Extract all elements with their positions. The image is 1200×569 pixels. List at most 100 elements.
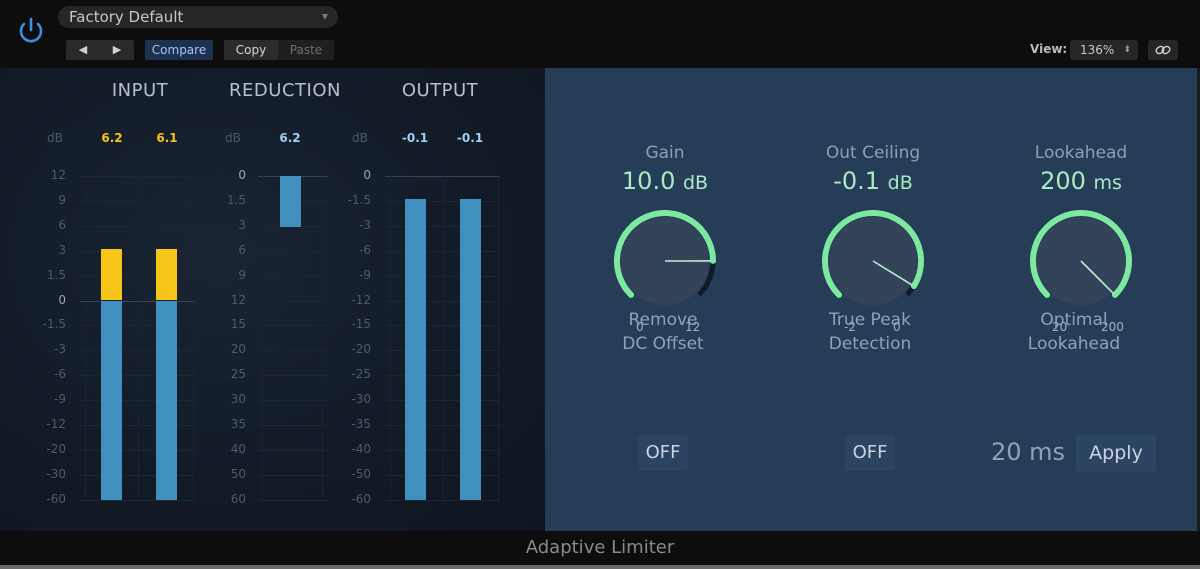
reduction-gridline xyxy=(258,250,328,252)
stepper-icon: ⬍ xyxy=(1123,45,1131,55)
true-peak-line1: True Peak xyxy=(829,310,911,330)
reduction-gridline xyxy=(258,350,328,352)
input-vline xyxy=(85,176,86,500)
reduction-gridline xyxy=(258,400,328,402)
reduction-tick: 6 xyxy=(238,242,246,257)
output-title: OUTPUT xyxy=(401,80,479,101)
reduction-gridline xyxy=(258,499,328,501)
input-tick: 9 xyxy=(58,192,66,207)
previous-preset-button[interactable]: ◀ xyxy=(66,40,100,60)
reduction-gridline xyxy=(258,375,328,377)
knob-lookahead[interactable]: Lookahead 200 ms xyxy=(991,143,1171,321)
reduction-gridline xyxy=(258,425,328,426)
next-preset-button[interactable]: ▶ xyxy=(100,40,134,60)
copy-button[interactable]: Copy xyxy=(224,40,278,60)
input-tick: 0 xyxy=(58,292,66,307)
input-meter-bar xyxy=(156,300,177,500)
preset-name: Factory Default xyxy=(69,8,184,26)
output-tick: -35 xyxy=(351,417,371,431)
knob-label: Out Ceiling xyxy=(825,143,921,163)
output-tick: -60 xyxy=(351,491,371,506)
reduction-tick: 3 xyxy=(238,217,246,232)
meter-panel: INPUT REDUCTION OUTPUT dB dB dB 6.2 6.1 … xyxy=(0,68,545,531)
knob-value: -0.1 dB xyxy=(833,167,913,195)
knob-value: 200 ms xyxy=(1040,167,1122,195)
output-meter-bar xyxy=(405,199,426,500)
input-meter-over-bar xyxy=(101,249,122,301)
output-peak-left: -0.1 xyxy=(401,131,429,145)
reduction-tick: 0 xyxy=(238,168,246,182)
preset-dropdown[interactable]: Factory Default ▼ xyxy=(58,6,338,28)
input-tick: -1.5 xyxy=(42,317,66,332)
knob-dial[interactable] xyxy=(1021,201,1141,321)
output-tick: -50 xyxy=(351,466,371,481)
output-tick: -3 xyxy=(359,217,371,232)
remove-dc-offset-toggle[interactable]: OFF xyxy=(638,435,688,471)
input-db-label: dB xyxy=(47,131,63,145)
reduction-tick: 25 xyxy=(230,367,246,382)
copy-paste-group: Copy Paste xyxy=(224,40,334,60)
input-peak-right: 6.1 xyxy=(156,131,178,145)
reduction-gridline xyxy=(258,449,328,451)
optimal-lookahead-line2: Lookahead xyxy=(1027,334,1121,354)
knob-dial[interactable] xyxy=(605,201,725,321)
reduction-tick: 35 xyxy=(230,417,246,431)
input-tick: -60 xyxy=(46,491,66,506)
input-tick: 12 xyxy=(50,168,66,182)
view-zoom-value: 136% xyxy=(1080,43,1115,57)
optimal-lookahead-label: Optimal Lookahead xyxy=(989,308,1159,356)
input-vline xyxy=(138,176,139,500)
reduction-meter-bar xyxy=(280,176,301,228)
output-tick: -30 xyxy=(351,392,371,407)
remove-dc-line1: Remove xyxy=(628,310,698,330)
knob-gain[interactable]: Gain 10.0 dB xyxy=(575,143,755,321)
input-tick: 3 xyxy=(58,242,66,257)
input-meter-bar xyxy=(101,300,122,500)
input-gridline xyxy=(80,499,195,501)
output-peak-right: -0.1 xyxy=(456,131,484,145)
paste-button[interactable]: Paste xyxy=(278,40,334,60)
output-vline xyxy=(390,176,391,500)
true-peak-line2: Detection xyxy=(828,334,912,354)
reduction-gridline xyxy=(258,325,328,327)
plugin-name: Adaptive Limiter xyxy=(0,531,1200,565)
input-tick: -30 xyxy=(46,466,66,481)
power-icon[interactable] xyxy=(14,14,48,48)
knob-value: 10.0 dB xyxy=(621,167,709,195)
plugin-header: Factory Default ▼ ◀ ▶ Compare Copy Paste… xyxy=(0,0,1200,68)
reduction-gridline xyxy=(258,275,328,277)
reduction-tick: 9 xyxy=(238,267,246,282)
output-meter-bar xyxy=(460,199,481,500)
input-tick: -20 xyxy=(46,441,66,456)
reduction-tick: 60 xyxy=(230,491,246,506)
reduction-tick: 40 xyxy=(230,441,246,456)
output-tick: -15 xyxy=(351,317,371,332)
knob-label: Gain xyxy=(645,143,685,163)
footer-edge xyxy=(0,565,1200,569)
output-db-label: dB xyxy=(352,131,368,145)
view-zoom-select[interactable]: 136% ⬍ xyxy=(1070,40,1138,60)
apply-button[interactable]: Apply xyxy=(1076,434,1156,472)
true-peak-detection-toggle[interactable]: OFF xyxy=(845,435,895,471)
reduction-gridline xyxy=(258,474,328,476)
link-button[interactable] xyxy=(1148,40,1178,60)
reduction-peak: 6.2 xyxy=(279,131,301,145)
input-tick: -12 xyxy=(46,417,66,431)
true-peak-detection-label: True Peak Detection xyxy=(785,308,955,356)
reduction-vline xyxy=(322,176,323,500)
output-tick: -1.5 xyxy=(347,192,371,207)
reduction-db-label: dB xyxy=(225,131,241,145)
knob-out-ceiling[interactable]: Out Ceiling -0.1 dB xyxy=(783,143,963,321)
reduction-title: REDUCTION xyxy=(229,80,341,101)
compare-button[interactable]: Compare xyxy=(145,40,213,60)
reduction-tick: 15 xyxy=(230,317,246,332)
output-tick: -6 xyxy=(359,242,371,257)
input-tick: -9 xyxy=(54,392,66,407)
chevron-down-icon: ▼ xyxy=(321,12,328,21)
reduction-tick: 30 xyxy=(230,392,246,407)
reduction-gridline xyxy=(258,300,328,302)
remove-dc-line2: DC Offset xyxy=(622,334,704,354)
input-vline xyxy=(193,176,194,500)
knob-dial[interactable] xyxy=(813,201,933,321)
reduction-tick: 1.5 xyxy=(226,192,246,207)
